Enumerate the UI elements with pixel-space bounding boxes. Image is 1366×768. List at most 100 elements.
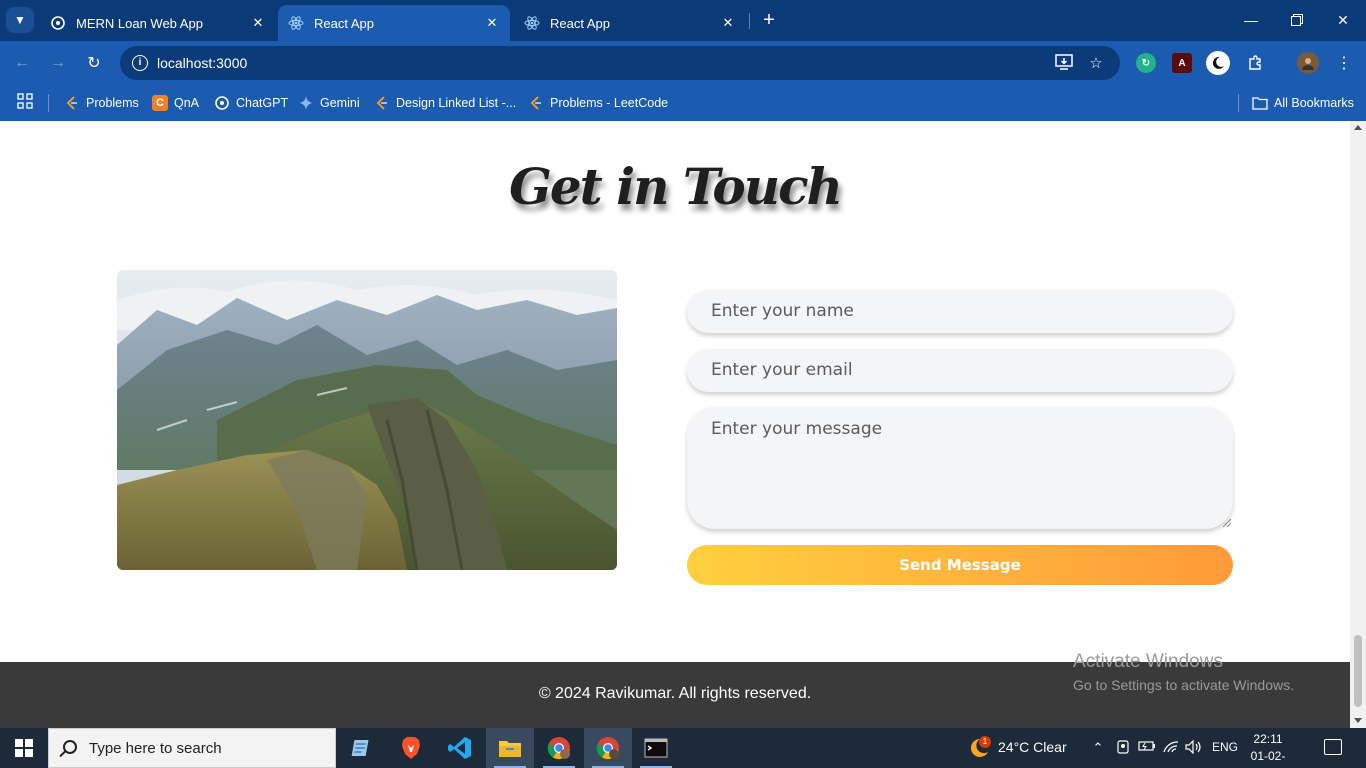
taskbar-app-notepad[interactable] xyxy=(338,728,386,768)
dark-mode-extension-icon[interactable] xyxy=(1206,51,1230,75)
bookmark-label: ChatGPT xyxy=(236,96,289,110)
leetcode-icon xyxy=(374,95,390,111)
page-viewport: Get in Touch Enter your name Enter your … xyxy=(0,121,1350,728)
scroll-down-arrow-icon[interactable] xyxy=(1354,718,1362,723)
bookmarks-divider xyxy=(48,94,49,112)
mountain-image xyxy=(117,270,617,570)
gemini-icon xyxy=(298,95,314,111)
language-indicator[interactable]: ENG xyxy=(1212,740,1238,754)
close-icon[interactable]: ✕ xyxy=(720,15,736,31)
weather-badge: 1 xyxy=(979,736,991,748)
bookmark-problems-leetcode[interactable]: Problems - LeetCode xyxy=(528,92,668,114)
meet-now-icon[interactable] xyxy=(1114,740,1132,756)
bookmark-design-linked-list[interactable]: Design Linked List -... xyxy=(374,92,516,114)
bookmark-gemini[interactable]: Gemini xyxy=(298,92,360,114)
install-app-icon[interactable] xyxy=(1054,54,1074,72)
browser-toolbar: ← → ↻ i localhost:3000 ☆ ↻ A ⋮ xyxy=(0,41,1366,85)
clock[interactable]: 22:11 01-02-2025 xyxy=(1240,731,1296,768)
bookmark-label: Gemini xyxy=(320,96,360,110)
weather-text: 24°C Clear xyxy=(998,739,1067,755)
message-textarea[interactable]: Enter your message xyxy=(687,407,1233,529)
folder-icon xyxy=(499,741,521,757)
chevron-up-icon[interactable]: ⌃ xyxy=(1089,740,1107,756)
send-message-button[interactable]: Send Message xyxy=(687,545,1233,585)
bookmark-problems[interactable]: Problems xyxy=(64,92,139,114)
search-placeholder: Type here to search xyxy=(89,740,222,757)
clock-date: 01-02-2025 xyxy=(1250,749,1286,768)
reload-icon: ↻ xyxy=(87,55,101,72)
restore-button[interactable] xyxy=(1274,0,1320,40)
site-info-icon[interactable]: i xyxy=(132,55,148,71)
tab-title: MERN Loan Web App xyxy=(76,15,203,31)
all-bookmarks-button[interactable]: All Bookmarks xyxy=(1252,92,1354,114)
search-icon xyxy=(63,740,77,754)
leetcode-icon xyxy=(64,95,80,111)
clock-time: 22:11 xyxy=(1253,732,1283,746)
chevron-down-icon: ▼ xyxy=(14,13,26,27)
restore-icon xyxy=(1291,14,1303,26)
extensions-icon[interactable] xyxy=(1243,51,1267,75)
brave-icon xyxy=(402,737,420,759)
page-scrollbar[interactable] xyxy=(1350,121,1366,728)
address-url[interactable]: localhost:3000 xyxy=(157,55,247,71)
apps-grid-icon[interactable] xyxy=(17,93,35,111)
tab-divider xyxy=(749,13,750,29)
battery-icon[interactable] xyxy=(1138,740,1156,756)
back-button[interactable]: ← xyxy=(10,51,34,75)
close-icon[interactable]: ✕ xyxy=(484,15,500,31)
minimize-button[interactable]: — xyxy=(1228,0,1274,40)
volume-icon[interactable] xyxy=(1185,739,1203,756)
tab-mern-loan[interactable]: MERN Loan Web App ✕ xyxy=(40,5,276,41)
windows-logo-icon xyxy=(15,739,33,757)
reload-button[interactable]: ↻ xyxy=(82,51,106,75)
tab-react-app[interactable]: React App ✕ xyxy=(514,5,746,41)
name-input[interactable]: Enter your name xyxy=(687,290,1233,333)
chatgpt-icon xyxy=(50,15,66,31)
taskbar-app-chrome-profile[interactable] xyxy=(584,728,632,768)
menu-kebab-icon[interactable]: ⋮ xyxy=(1332,51,1356,75)
notepad-icon xyxy=(351,740,369,756)
close-icon[interactable]: ✕ xyxy=(250,15,266,31)
close-icon: ✕ xyxy=(1337,11,1349,28)
message-placeholder: Enter your message xyxy=(711,419,883,439)
address-bar[interactable]: i localhost:3000 ☆ xyxy=(120,46,1120,80)
page-title: Get in Touch xyxy=(509,157,843,216)
close-window-button[interactable]: ✕ xyxy=(1320,0,1366,40)
leetcode-icon xyxy=(528,95,544,111)
notification-center-icon[interactable] xyxy=(1324,739,1342,755)
bookmark-qna[interactable]: C QnA xyxy=(152,92,199,114)
tab-strip: ▼ MERN Loan Web App ✕ React App ✕ React … xyxy=(0,0,1366,41)
taskbar-app-brave[interactable] xyxy=(387,728,435,768)
taskbar-app-vscode[interactable] xyxy=(436,728,484,768)
new-tab-button[interactable]: + xyxy=(758,8,780,32)
star-icon[interactable]: ☆ xyxy=(1086,54,1106,72)
tab-react-app-active[interactable]: React App ✕ xyxy=(278,5,510,41)
scrollbar-thumb[interactable] xyxy=(1354,635,1362,707)
chrome-icon xyxy=(596,737,619,760)
taskbar-app-file-explorer[interactable] xyxy=(486,728,534,768)
forward-button[interactable]: → xyxy=(46,51,70,75)
scroll-up-arrow-icon[interactable] xyxy=(1354,125,1362,130)
terminal-icon xyxy=(644,738,668,758)
arrow-left-icon: ← xyxy=(14,54,30,71)
bookmark-label: QnA xyxy=(174,96,200,110)
chatgpt-icon xyxy=(214,95,230,111)
bookmarks-divider xyxy=(1238,94,1239,112)
grammarly-extension-icon[interactable]: ↻ xyxy=(1136,53,1156,73)
taskbar-search-box[interactable]: Type here to search xyxy=(48,728,336,768)
watermark-subtitle: Go to Settings to activate Windows. xyxy=(1073,677,1294,693)
folder-icon xyxy=(1252,95,1268,111)
resize-handle-icon[interactable] xyxy=(1223,519,1231,527)
wifi-icon[interactable] xyxy=(1162,740,1180,756)
adobe-extension-icon[interactable]: A xyxy=(1172,53,1192,73)
tab-search-button[interactable]: ▼ xyxy=(6,7,34,33)
email-input[interactable]: Enter your email xyxy=(687,349,1233,392)
profile-avatar[interactable] xyxy=(1297,52,1319,74)
taskbar-app-chrome[interactable] xyxy=(535,728,583,768)
start-button[interactable] xyxy=(0,728,48,768)
vscode-icon xyxy=(448,737,471,759)
bookmark-chatgpt[interactable]: ChatGPT xyxy=(214,92,288,114)
taskbar-app-terminal[interactable] xyxy=(632,728,680,768)
c-icon: C xyxy=(152,95,168,111)
minimize-icon: — xyxy=(1244,12,1258,28)
